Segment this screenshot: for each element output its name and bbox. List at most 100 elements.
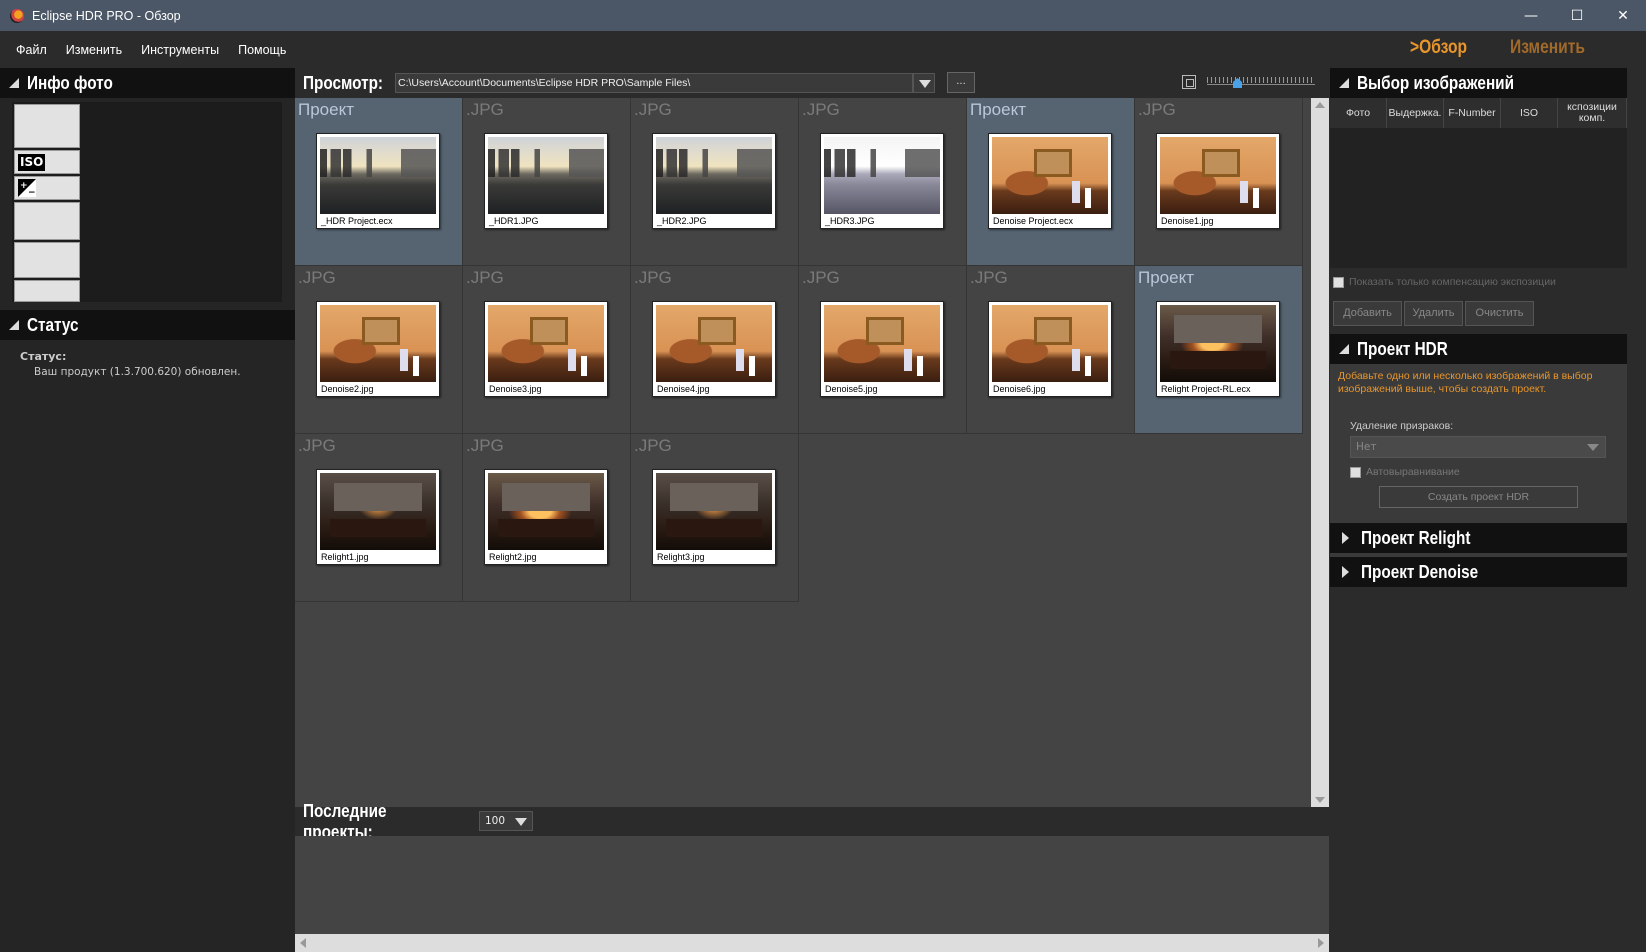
thumbnail-frame[interactable]: _HDR3.JPG — [820, 133, 944, 229]
recent-count-select[interactable]: 100 — [479, 811, 533, 831]
image-selection-table[interactable]: Фото Выдержка. F-Number ISO кспозиции ко… — [1330, 98, 1627, 268]
menu-file[interactable]: Файл — [16, 43, 47, 57]
fit-to-window-icon[interactable] — [1182, 75, 1196, 89]
close-button[interactable]: ✕ — [1600, 0, 1646, 31]
auto-align-option[interactable]: Автовыравнивание — [1350, 466, 1460, 478]
project-thumbnail[interactable]: Проект _HDR Project.ecx — [295, 98, 463, 266]
remove-button[interactable]: Удалить — [1404, 301, 1463, 326]
thumbnail-frame[interactable]: Denoise Project.ecx — [988, 133, 1112, 229]
image-thumbnail[interactable]: .JPG _HDR1.JPG — [463, 98, 631, 266]
thumbnail-frame[interactable]: _HDR2.JPG — [652, 133, 776, 229]
grid-vertical-scrollbar[interactable] — [1311, 98, 1329, 807]
ghost-removal-select[interactable]: Нет — [1350, 436, 1606, 458]
image-thumbnail[interactable]: .JPG Denoise1.jpg — [1135, 98, 1303, 266]
recent-horizontal-scrollbar[interactable] — [295, 934, 1329, 952]
scroll-right-icon[interactable] — [1318, 938, 1324, 948]
window-title: Eclipse HDR PRO - Обзор — [32, 8, 181, 23]
recent-projects-bar: Последние проекты: 100 — [295, 801, 1329, 842]
file-type-label: .JPG — [298, 436, 336, 455]
image-thumbnail[interactable]: .JPG Denoise4.jpg — [631, 266, 799, 434]
thumbnail-frame[interactable]: Denoise4.jpg — [652, 301, 776, 397]
thumbnail-frame[interactable]: Denoise3.jpg — [484, 301, 608, 397]
add-button[interactable]: Добавить — [1333, 301, 1402, 326]
image-selection-header[interactable]: Выбор изображений — [1330, 68, 1627, 98]
file-type-label: .JPG — [634, 100, 672, 119]
scroll-left-icon[interactable] — [300, 938, 306, 948]
project-thumbnail[interactable]: Проект Relight Project-RL.ecx — [1135, 266, 1303, 434]
thumbnail-frame[interactable]: Denoise2.jpg — [316, 301, 440, 397]
status-header[interactable]: Статус — [0, 310, 295, 340]
col-photo[interactable]: Фото — [1330, 98, 1387, 128]
thumbnail-frame[interactable]: Relight Project-RL.ecx — [1156, 301, 1280, 397]
iso-label: ISO — [18, 154, 46, 171]
file-type-label: .JPG — [802, 268, 840, 287]
minimize-button[interactable]: — — [1508, 0, 1554, 31]
hdr-hint-text: Добавьте одно или несколько изображений … — [1338, 370, 1593, 395]
mode-browse-tab[interactable]: >Обзор — [1410, 37, 1467, 59]
hdr-project-header[interactable]: Проект HDR — [1330, 334, 1627, 364]
menu-help[interactable]: Помощь — [238, 43, 286, 57]
image-thumbnail[interactable]: .JPG Relight3.jpg — [631, 434, 799, 602]
image-thumbnail[interactable]: .JPG Denoise5.jpg — [799, 266, 967, 434]
col-fnumber[interactable]: F-Number — [1444, 98, 1501, 128]
clear-button[interactable]: Очистить — [1465, 301, 1534, 326]
image-thumbnail[interactable]: .JPG Denoise3.jpg — [463, 266, 631, 434]
menu-tools[interactable]: Инструменты — [141, 43, 219, 57]
relight-project-header[interactable]: Проект Relight — [1330, 523, 1627, 553]
shutter-info-field — [14, 202, 80, 240]
file-name: Denoise3.jpg — [489, 384, 542, 394]
file-name: _HDR Project.ecx — [321, 216, 393, 226]
image-thumbnail[interactable]: .JPG _HDR3.JPG — [799, 98, 967, 266]
aperture-info-field — [14, 242, 80, 278]
scroll-down-icon[interactable] — [1315, 797, 1325, 803]
image-thumbnail[interactable]: .JPG _HDR2.JPG — [631, 98, 799, 266]
thumbnail-frame[interactable]: Denoise6.jpg — [988, 301, 1112, 397]
auto-align-checkbox[interactable] — [1350, 466, 1361, 478]
file-type-label: Проект — [298, 100, 354, 119]
thumbnail-frame[interactable]: _HDR1.JPG — [484, 133, 608, 229]
camera-info-button — [14, 104, 80, 148]
thumbnail-frame[interactable]: Relight3.jpg — [652, 469, 776, 565]
file-name: _HDR2.JPG — [657, 216, 707, 226]
status-text: Ваш продукт (1.3.700.620) обновлен. — [34, 366, 241, 378]
thumbnail-frame[interactable]: Relight2.jpg — [484, 469, 608, 565]
thumbnail-image — [656, 137, 772, 214]
col-exposure-comp[interactable]: кспозиции комп. — [1558, 98, 1627, 128]
browse-folder-button[interactable]: ... — [947, 72, 975, 93]
thumbnail-zoom-slider[interactable] — [1207, 74, 1315, 92]
maximize-button[interactable]: ☐ — [1554, 0, 1600, 31]
menu-edit[interactable]: Изменить — [66, 43, 122, 57]
path-dropdown-button[interactable] — [913, 73, 935, 93]
image-thumbnail[interactable]: .JPG Denoise6.jpg — [967, 266, 1135, 434]
scroll-up-icon[interactable] — [1315, 102, 1325, 108]
iso-info-field: ISO — [14, 150, 80, 174]
file-type-label: .JPG — [466, 436, 504, 455]
thumbnail-frame[interactable]: Denoise5.jpg — [820, 301, 944, 397]
file-type-label: .JPG — [466, 268, 504, 287]
path-input[interactable]: C:\Users\Account\Documents\Eclipse HDR P… — [395, 73, 913, 93]
col-shutter[interactable]: Выдержка. — [1387, 98, 1444, 128]
image-thumbnail[interactable]: .JPG Denoise2.jpg — [295, 266, 463, 434]
image-thumbnail[interactable]: .JPG Relight1.jpg — [295, 434, 463, 602]
thumbnail-frame[interactable]: Denoise1.jpg — [1156, 133, 1280, 229]
denoise-project-header[interactable]: Проект Denoise — [1330, 557, 1627, 587]
browse-bar: Просмотр: C:\Users\Account\Documents\Ecl… — [295, 68, 1329, 98]
thumbnail-image — [992, 137, 1108, 214]
create-hdr-project-button[interactable]: Создать проект HDR — [1379, 486, 1578, 508]
show-comp-only-option[interactable]: Показать только компенсацию экспозиции — [1333, 276, 1556, 288]
file-name: Relight1.jpg — [321, 552, 369, 562]
mode-edit-tab[interactable]: Изменить — [1510, 37, 1585, 59]
file-name: Denoise4.jpg — [657, 384, 710, 394]
project-thumbnail[interactable]: Проект Denoise Project.ecx — [967, 98, 1135, 266]
menu-bar: Файл Изменить Инструменты Помощь >Обзор … — [0, 31, 1646, 68]
exposure-compensation-icon: + − — [18, 179, 36, 197]
app-logo-icon — [10, 8, 24, 23]
file-name: Relight3.jpg — [657, 552, 705, 562]
thumbnail-image — [824, 305, 940, 382]
thumbnail-frame[interactable]: _HDR Project.ecx — [316, 133, 440, 229]
photo-info-header[interactable]: Инфо фото — [0, 68, 295, 98]
show-comp-checkbox[interactable] — [1333, 276, 1344, 288]
thumbnail-frame[interactable]: Relight1.jpg — [316, 469, 440, 565]
image-thumbnail[interactable]: .JPG Relight2.jpg — [463, 434, 631, 602]
col-iso[interactable]: ISO — [1501, 98, 1558, 128]
